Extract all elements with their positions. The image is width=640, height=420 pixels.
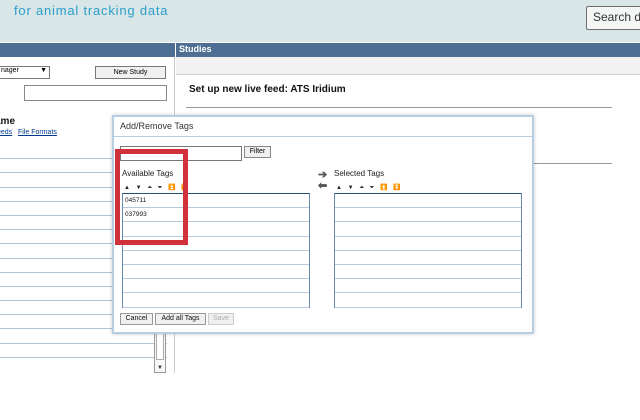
scrollbar-thumb[interactable] xyxy=(156,330,164,360)
divider xyxy=(530,163,612,164)
list-item[interactable] xyxy=(123,279,309,294)
search-button[interactable]: Search d xyxy=(586,6,640,30)
save-button[interactable]: Save xyxy=(208,313,234,325)
file-formats-link[interactable]: File Formats xyxy=(18,129,57,136)
new-study-button[interactable]: New Study xyxy=(95,66,166,79)
add-all-tags-button[interactable]: Add all Tags xyxy=(155,313,206,325)
filter-button[interactable]: Filter xyxy=(244,146,271,158)
list-item[interactable] xyxy=(335,293,521,308)
list-item[interactable] xyxy=(123,293,309,308)
role-select-value: nager xyxy=(1,67,19,74)
highlight-box xyxy=(115,149,188,245)
name-column-heading: ame xyxy=(0,116,16,127)
list-item[interactable] xyxy=(335,237,521,251)
divider xyxy=(186,107,612,108)
selected-sort-icons[interactable]: ▲ ▼ ⏶ ⏷ ⏫ ⏬ xyxy=(336,184,403,192)
list-item[interactable] xyxy=(335,279,521,294)
studies-toolbar xyxy=(176,57,640,75)
dialog-title: Add/Remove Tags xyxy=(114,117,532,137)
list-item[interactable] xyxy=(123,251,309,265)
list-item[interactable] xyxy=(335,222,521,237)
left-panel-header xyxy=(0,43,175,57)
study-filter-input[interactable] xyxy=(24,85,167,101)
studies-header: Studies xyxy=(176,43,640,57)
list-item[interactable] xyxy=(335,265,521,280)
role-select[interactable]: nager ▼ xyxy=(0,66,50,79)
scroll-down-arrow-icon[interactable]: ▼ xyxy=(157,365,163,371)
list-item[interactable] xyxy=(335,251,521,265)
app-window: for animal tracking data Search d nager … xyxy=(0,0,640,420)
selected-tags-label: Selected Tags xyxy=(334,169,385,178)
list-item[interactable] xyxy=(123,265,309,280)
live-feeds-link[interactable]: eeds xyxy=(0,129,12,136)
arrow-left-icon[interactable]: ⬅ xyxy=(318,179,327,192)
chevron-down-icon: ▼ xyxy=(40,67,47,74)
list-item[interactable] xyxy=(335,208,521,223)
selected-tags-list xyxy=(334,193,522,308)
top-header: for animal tracking data Search d xyxy=(0,0,640,42)
list-item[interactable] xyxy=(0,344,167,358)
list-item[interactable] xyxy=(335,194,521,209)
page-title: Set up new live feed: ATS Iridium xyxy=(189,84,346,95)
site-tagline: for animal tracking data xyxy=(14,3,169,18)
cancel-button[interactable]: Cancel xyxy=(120,313,153,325)
